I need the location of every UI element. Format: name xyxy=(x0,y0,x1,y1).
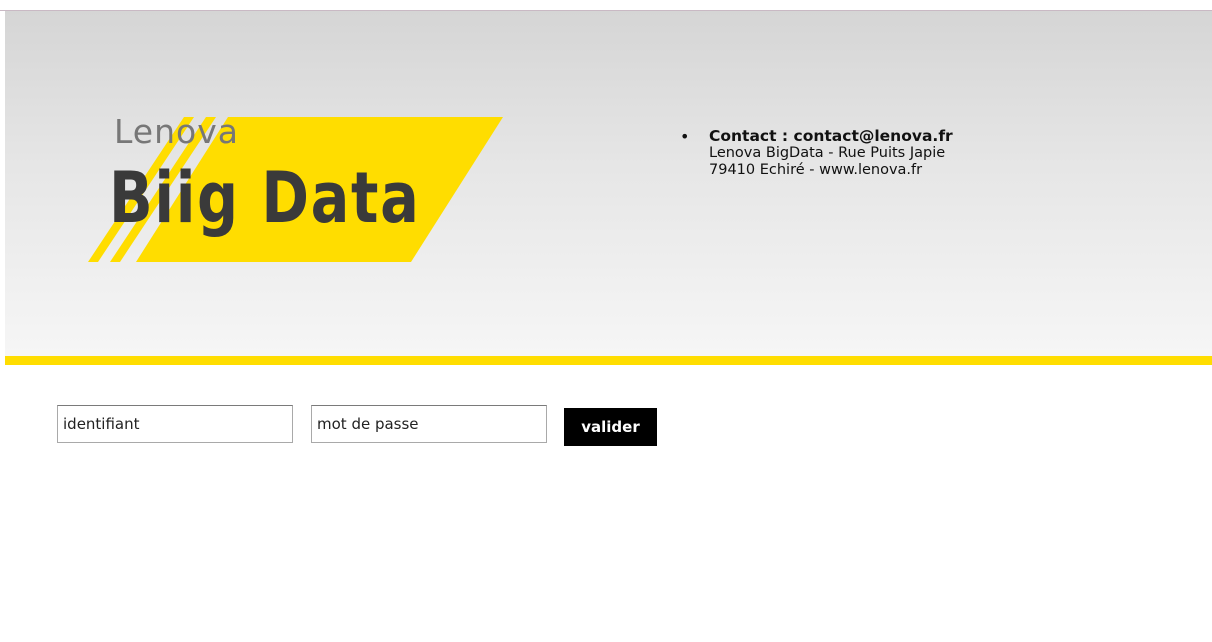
contact-address-line-2: 79410 Echiré - www.lenova.fr xyxy=(709,162,923,178)
logo-brand-name: Lenova xyxy=(114,112,239,151)
contact-info: • Contact : contact@lenova.fr Lenova Big… xyxy=(680,128,953,179)
password-input[interactable] xyxy=(311,405,547,443)
header-accent-band xyxy=(5,356,1212,365)
page: Lenova Biig Data • Contact : contact@len… xyxy=(0,0,1212,642)
brand-logo: Lenova Biig Data xyxy=(88,112,508,267)
submit-button[interactable]: valider xyxy=(564,408,657,446)
bullet-icon: • xyxy=(680,127,690,146)
contact-email: Contact : contact@lenova.fr xyxy=(709,127,953,145)
contact-address-line-1: Lenova BigData - Rue Puits Japie xyxy=(709,145,946,161)
username-input[interactable] xyxy=(57,405,293,443)
logo-product-name: Biig Data xyxy=(109,157,421,239)
